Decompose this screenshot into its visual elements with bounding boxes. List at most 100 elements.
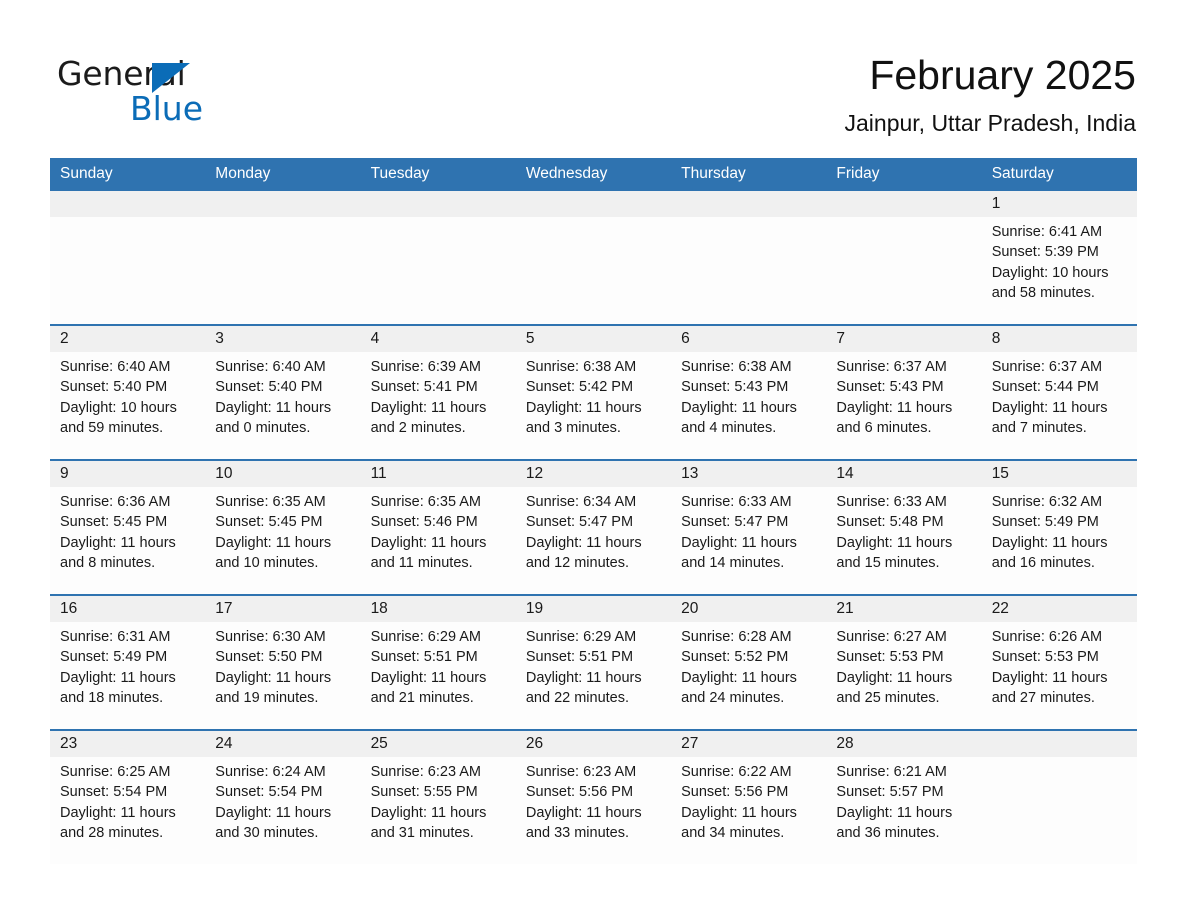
day-number: [360, 191, 516, 217]
weekday-header-saturday: Saturday: [991, 165, 1054, 182]
calendar-day-cell-21[interactable]: 21 Sunrise: 6:27 AM Sunset: 5:53 PM Dayl…: [826, 596, 982, 729]
day-number: 27: [671, 731, 827, 757]
calendar-day-cell-1[interactable]: 1 Sunrise: 6:41 AM Sunset: 5:39 PM Dayli…: [981, 191, 1137, 324]
daylight-text: Daylight: 11 hours and 31 minutes.: [370, 804, 487, 841]
calendar-day-cell-20[interactable]: 20 Sunrise: 6:28 AM Sunset: 5:52 PM Dayl…: [671, 596, 827, 729]
calendar-day-cell-18[interactable]: 18 Sunrise: 6:29 AM Sunset: 5:51 PM Dayl…: [360, 596, 516, 729]
sunrise-text: Sunrise: 6:37 AM: [836, 359, 947, 375]
day-details: Sunrise: 6:28 AM Sunset: 5:52 PM Dayligh…: [671, 622, 826, 708]
sunset-text: Sunset: 5:56 PM: [525, 784, 634, 801]
day-details: Sunrise: 6:22 AM Sunset: 5:56 PM Dayligh…: [671, 757, 826, 843]
day-number: 22: [981, 596, 1137, 622]
calendar-day-cell-22[interactable]: 22 Sunrise: 6:26 AM Sunset: 5:53 PM Dayl…: [981, 596, 1137, 729]
calendar-day-cell-6[interactable]: 6 Sunrise: 6:38 AM Sunset: 5:43 PM Dayli…: [671, 326, 827, 459]
sunrise-text: Sunrise: 6:39 AM: [370, 359, 481, 375]
day-number: 24: [205, 731, 361, 757]
sunrise-text: Sunrise: 6:33 AM: [836, 494, 947, 510]
page-title: February 2025: [869, 52, 1136, 98]
day-number: 23: [50, 731, 206, 757]
day-details: Sunrise: 6:36 AM Sunset: 5:45 PM Dayligh…: [50, 487, 205, 573]
day-details: Sunrise: 6:33 AM Sunset: 5:47 PM Dayligh…: [671, 487, 826, 573]
calendar-day-cell-2[interactable]: 2 Sunrise: 6:40 AM Sunset: 5:40 PM Dayli…: [50, 326, 206, 459]
general-blue-logo: General Blue: [57, 55, 317, 135]
calendar-day-cell-empty: [826, 191, 982, 324]
day-details: Sunrise: 6:37 AM Sunset: 5:43 PM Dayligh…: [826, 352, 981, 438]
daylight-text: Daylight: 11 hours and 0 minutes.: [215, 399, 332, 436]
sunset-text: Sunset: 5:41 PM: [370, 379, 478, 396]
calendar-day-cell-4[interactable]: 4 Sunrise: 6:39 AM Sunset: 5:41 PM Dayli…: [360, 326, 516, 459]
sunrise-text: Sunrise: 6:35 AM: [215, 494, 326, 510]
day-details: Sunrise: 6:40 AM Sunset: 5:40 PM Dayligh…: [205, 352, 360, 438]
day-details: Sunrise: 6:38 AM Sunset: 5:43 PM Dayligh…: [671, 352, 826, 438]
sunrise-text: Sunrise: 6:36 AM: [60, 494, 171, 510]
weekday-header-sunday: Sunday: [60, 165, 113, 182]
calendar-week-row-5: 23 Sunrise: 6:25 AM Sunset: 5:54 PM Dayl…: [50, 729, 1137, 864]
calendar-day-cell-14[interactable]: 14 Sunrise: 6:33 AM Sunset: 5:48 PM Dayl…: [826, 461, 982, 594]
daylight-text: Daylight: 11 hours and 28 minutes.: [60, 804, 176, 841]
calendar-day-cell-12[interactable]: 12 Sunrise: 6:34 AM Sunset: 5:47 PM Dayl…: [515, 461, 672, 594]
daylight-text: Daylight: 11 hours and 2 minutes.: [370, 399, 487, 436]
daylight-text: Daylight: 11 hours and 7 minutes.: [991, 399, 1108, 436]
day-number: 6: [671, 326, 827, 352]
day-details: Sunrise: 6:24 AM Sunset: 5:54 PM Dayligh…: [205, 757, 360, 843]
calendar-day-cell-24[interactable]: 24 Sunrise: 6:24 AM Sunset: 5:54 PM Dayl…: [205, 731, 361, 864]
calendar-page: General Blue February 2025 Jainpur, Utta…: [0, 0, 1188, 918]
calendar-day-cell-9[interactable]: 9 Sunrise: 6:36 AM Sunset: 5:45 PM Dayli…: [50, 461, 206, 594]
daylight-text: Daylight: 11 hours and 4 minutes.: [681, 399, 797, 436]
sunrise-text: Sunrise: 6:23 AM: [525, 764, 637, 780]
calendar-week-row-1: 1 Sunrise: 6:41 AM Sunset: 5:39 PM Dayli…: [50, 191, 1137, 324]
calendar-day-cell-13[interactable]: 13 Sunrise: 6:33 AM Sunset: 5:47 PM Dayl…: [671, 461, 827, 594]
page-header: General Blue February 2025 Jainpur, Utta…: [0, 0, 1188, 158]
sunset-text: Sunset: 5:53 PM: [836, 649, 944, 666]
calendar-day-cell-26[interactable]: 26 Sunrise: 6:23 AM Sunset: 5:56 PM Dayl…: [515, 731, 672, 864]
calendar-day-cell-11[interactable]: 11 Sunrise: 6:35 AM Sunset: 5:46 PM Dayl…: [360, 461, 516, 594]
daylight-text: Daylight: 11 hours and 25 minutes.: [836, 669, 953, 706]
calendar-day-cell-25[interactable]: 25 Sunrise: 6:23 AM Sunset: 5:55 PM Dayl…: [360, 731, 516, 864]
calendar-day-cell-16[interactable]: 16 Sunrise: 6:31 AM Sunset: 5:49 PM Dayl…: [50, 596, 206, 729]
weekday-header-thursday: Thursday: [681, 165, 746, 182]
calendar-weeks: 1 Sunrise: 6:41 AM Sunset: 5:39 PM Dayli…: [50, 191, 1137, 864]
day-details: Sunrise: 6:23 AM Sunset: 5:55 PM Dayligh…: [361, 757, 516, 843]
calendar-day-cell-5[interactable]: 5 Sunrise: 6:38 AM Sunset: 5:42 PM Dayli…: [515, 326, 672, 459]
daylight-text: Daylight: 11 hours and 18 minutes.: [60, 669, 176, 706]
sunset-text: Sunset: 5:47 PM: [681, 514, 789, 531]
calendar-day-cell-28[interactable]: 28 Sunrise: 6:21 AM Sunset: 5:57 PM Dayl…: [826, 731, 982, 864]
sunset-text: Sunset: 5:51 PM: [525, 649, 634, 666]
day-number: 21: [826, 596, 982, 622]
title-block: February 2025 Jainpur, Uttar Pradesh, In…: [845, 50, 1137, 138]
weekday-header-monday: Monday: [215, 165, 271, 182]
calendar-day-cell-17[interactable]: 17 Sunrise: 6:30 AM Sunset: 5:50 PM Dayl…: [205, 596, 361, 729]
sunset-text: Sunset: 5:42 PM: [525, 379, 634, 396]
calendar-day-cell-8[interactable]: 8 Sunrise: 6:37 AM Sunset: 5:44 PM Dayli…: [981, 326, 1137, 459]
calendar-week-row-4: 16 Sunrise: 6:31 AM Sunset: 5:49 PM Dayl…: [50, 594, 1137, 729]
logo-text-blue: Blue: [130, 89, 204, 128]
daylight-text: Daylight: 11 hours and 21 minutes.: [370, 669, 487, 706]
sunrise-text: Sunrise: 6:29 AM: [525, 629, 637, 645]
sunset-text: Sunset: 5:47 PM: [525, 514, 634, 531]
calendar-day-cell-7[interactable]: 7 Sunrise: 6:37 AM Sunset: 5:43 PM Dayli…: [826, 326, 982, 459]
daylight-text: Daylight: 11 hours and 19 minutes.: [215, 669, 332, 706]
day-number: 19: [515, 596, 672, 622]
daylight-text: Daylight: 11 hours and 11 minutes.: [370, 534, 487, 571]
calendar-day-cell-empty: [671, 191, 827, 324]
sunset-text: Sunset: 5:39 PM: [991, 244, 1099, 261]
calendar-day-cell-3[interactable]: 3 Sunrise: 6:40 AM Sunset: 5:40 PM Dayli…: [205, 326, 361, 459]
day-number: 13: [671, 461, 827, 487]
calendar-day-cell-10[interactable]: 10 Sunrise: 6:35 AM Sunset: 5:45 PM Dayl…: [205, 461, 361, 594]
calendar-day-cell-empty: [50, 191, 206, 324]
day-details: Sunrise: 6:34 AM Sunset: 5:47 PM Dayligh…: [516, 487, 671, 573]
day-number: [515, 191, 672, 217]
sunset-text: Sunset: 5:49 PM: [991, 514, 1099, 531]
calendar-day-cell-19[interactable]: 19 Sunrise: 6:29 AM Sunset: 5:51 PM Dayl…: [515, 596, 672, 729]
calendar-day-cell-23[interactable]: 23 Sunrise: 6:25 AM Sunset: 5:54 PM Dayl…: [50, 731, 206, 864]
daylight-text: Daylight: 11 hours and 33 minutes.: [525, 804, 642, 841]
daylight-text: Daylight: 11 hours and 12 minutes.: [525, 534, 642, 571]
daylight-text: Daylight: 10 hours and 58 minutes.: [991, 264, 1109, 301]
day-details: Sunrise: 6:30 AM Sunset: 5:50 PM Dayligh…: [205, 622, 360, 708]
calendar-week-row-3: 9 Sunrise: 6:36 AM Sunset: 5:45 PM Dayli…: [50, 459, 1137, 594]
sunset-text: Sunset: 5:57 PM: [836, 784, 944, 801]
day-number: 20: [671, 596, 827, 622]
day-details: Sunrise: 6:38 AM Sunset: 5:42 PM Dayligh…: [516, 352, 671, 438]
calendar-day-cell-27[interactable]: 27 Sunrise: 6:22 AM Sunset: 5:56 PM Dayl…: [671, 731, 827, 864]
calendar-day-cell-15[interactable]: 15 Sunrise: 6:32 AM Sunset: 5:49 PM Dayl…: [981, 461, 1137, 594]
